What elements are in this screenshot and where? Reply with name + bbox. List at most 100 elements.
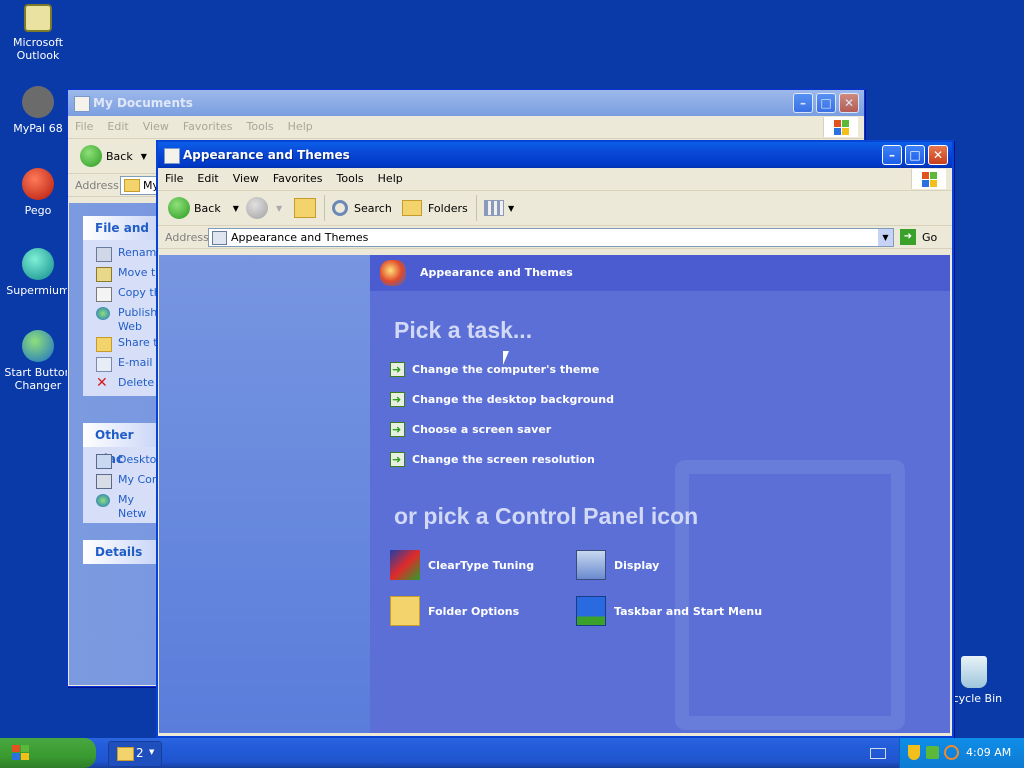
task-email[interactable]: E-mail t bbox=[83, 356, 163, 376]
place-my-computer[interactable]: My Com bbox=[83, 473, 163, 493]
back-label: Back bbox=[106, 149, 133, 163]
clock[interactable]: 4:09 AM bbox=[966, 746, 1011, 759]
menu-view[interactable]: View bbox=[136, 116, 176, 137]
icon-cleartype-tuning[interactable]: ClearType Tuning bbox=[390, 549, 534, 583]
windows-flag-icon bbox=[12, 745, 30, 761]
views-icon bbox=[484, 200, 504, 216]
place-my-network[interactable]: My Netw bbox=[83, 493, 163, 520]
menu-file[interactable]: File bbox=[68, 116, 100, 137]
outlook-icon bbox=[24, 4, 52, 32]
desktop-icon-pego[interactable]: Pego bbox=[0, 168, 76, 217]
task-change-background[interactable]: Change the desktop background bbox=[390, 391, 614, 409]
dropdown-arrow-icon[interactable]: ▼ bbox=[276, 204, 282, 213]
go-arrow-icon: ➜ bbox=[900, 229, 916, 245]
maximize-button[interactable]: □ bbox=[816, 93, 836, 113]
title-bar[interactable]: My Documents – □ ✕ bbox=[68, 90, 864, 116]
task-copy[interactable]: Copy th bbox=[83, 286, 163, 306]
section-header[interactable]: File and Fo bbox=[83, 216, 163, 259]
address-dropdown-button[interactable]: ▼ bbox=[878, 229, 893, 246]
menu-view[interactable]: View bbox=[226, 168, 266, 189]
menu-edit[interactable]: Edit bbox=[190, 168, 225, 189]
pick-icon-heading: or pick a Control Panel icon bbox=[394, 503, 699, 529]
green-arrow-icon bbox=[390, 451, 405, 469]
title-bar[interactable]: Appearance and Themes – □ ✕ bbox=[158, 142, 952, 168]
folders-button[interactable]: Folders bbox=[402, 197, 468, 219]
icon-label: ClearType Tuning bbox=[428, 559, 535, 572]
place-desktop[interactable]: Desktop bbox=[83, 453, 163, 473]
icon-folder-options[interactable]: Folder Options bbox=[390, 595, 519, 629]
task-share[interactable]: Share t bbox=[83, 336, 163, 356]
task-label: Choose a screen saver bbox=[412, 423, 552, 436]
dropdown-arrow-icon[interactable]: ▼ bbox=[233, 204, 239, 213]
taskbar-group-button[interactable]: 2 ▼ bbox=[108, 741, 162, 767]
minimize-button[interactable]: – bbox=[882, 145, 902, 165]
section-header[interactable]: Details bbox=[83, 540, 163, 564]
address-value: Appearance and Themes bbox=[231, 231, 369, 244]
desktop-icon-outlook[interactable]: Microsoft Outlook bbox=[0, 4, 76, 62]
other-places: Other Plac Desktop My Com My Netw bbox=[83, 423, 163, 523]
desktop-icon-label: Supermium bbox=[6, 284, 70, 297]
task-label: Copy th bbox=[118, 286, 161, 299]
icon-label: Taskbar and Start Menu bbox=[614, 605, 763, 618]
forward-button[interactable]: ▼ bbox=[246, 197, 282, 219]
task-change-theme[interactable]: Change the computer's theme bbox=[390, 361, 599, 379]
search-icon[interactable] bbox=[944, 745, 959, 760]
menu-bar: File Edit View Favorites Tools Help bbox=[158, 168, 952, 191]
dropdown-arrow-icon[interactable]: ▼ bbox=[141, 152, 147, 161]
group-count: 2 bbox=[136, 746, 144, 760]
desktop-icon-mypal[interactable]: MyPal 68 bbox=[0, 86, 76, 135]
menu-help[interactable]: Help bbox=[371, 168, 410, 189]
task-rename[interactable]: Renam bbox=[83, 246, 163, 266]
task-publish[interactable]: Publish Web bbox=[83, 306, 163, 336]
views-button[interactable]: ▼ bbox=[484, 197, 514, 219]
back-button[interactable]: Back ▼ bbox=[168, 197, 239, 219]
place-label: My Netw bbox=[118, 493, 147, 520]
section-header[interactable]: Other Plac bbox=[83, 423, 163, 466]
taskbar: 2 ▼ 4:09 AM bbox=[0, 738, 1024, 768]
cleartype-icon bbox=[390, 550, 420, 580]
keyboard-icon[interactable] bbox=[870, 748, 886, 759]
start-button[interactable] bbox=[0, 738, 96, 768]
task-delete[interactable]: ✕ Delete bbox=[83, 376, 163, 396]
menu-tools[interactable]: Tools bbox=[240, 116, 281, 137]
window-title: My Documents bbox=[93, 96, 193, 110]
appearance-themes-icon bbox=[380, 260, 406, 286]
back-button[interactable]: Back ▼ bbox=[80, 145, 147, 167]
menu-edit[interactable]: Edit bbox=[100, 116, 135, 137]
close-button[interactable]: ✕ bbox=[839, 93, 859, 113]
task-screen-saver[interactable]: Choose a screen saver bbox=[390, 421, 551, 439]
menu-file[interactable]: File bbox=[158, 168, 190, 189]
globe-mail-icon bbox=[22, 330, 54, 362]
green-arrow-icon bbox=[390, 421, 405, 439]
menu-favorites[interactable]: Favorites bbox=[266, 168, 330, 189]
address-input[interactable]: Appearance and Themes ▼ bbox=[208, 228, 894, 247]
shield-icon[interactable] bbox=[908, 745, 920, 760]
network-icon[interactable] bbox=[926, 746, 939, 759]
task-label: Publish Web bbox=[118, 306, 158, 333]
icon-display[interactable]: Display bbox=[576, 549, 659, 583]
desktop-icon-supermium[interactable]: Supermium bbox=[0, 248, 76, 297]
desktop-icon-start-button-changer[interactable]: Start Button Changer bbox=[0, 330, 76, 392]
menu-favorites[interactable]: Favorites bbox=[176, 116, 240, 137]
taskbar-icon bbox=[576, 596, 606, 626]
task-screen-resolution[interactable]: Change the screen resolution bbox=[390, 451, 595, 469]
toolbar: Back ▼ ▼ Search Folders ▼ bbox=[158, 191, 952, 226]
dropdown-arrow-icon: ▼ bbox=[149, 748, 155, 756]
delete-x-icon: ✕ bbox=[96, 375, 108, 391]
control-panel-icon bbox=[212, 231, 227, 245]
task-label: E-mail t bbox=[118, 356, 161, 369]
appearance-themes-window[interactable]: Appearance and Themes – □ ✕ File Edit View… bbox=[156, 140, 954, 738]
desktop-icon-label: MyPal 68 bbox=[13, 122, 63, 135]
category-header: Appearance and Themes bbox=[370, 255, 950, 291]
maximize-button[interactable]: □ bbox=[905, 145, 925, 165]
search-button[interactable]: Search bbox=[332, 197, 392, 219]
minimize-button[interactable]: – bbox=[793, 93, 813, 113]
icon-taskbar-start-menu[interactable]: Taskbar and Start Menu bbox=[576, 595, 762, 629]
menu-tools[interactable]: Tools bbox=[330, 168, 371, 189]
network-icon bbox=[96, 494, 110, 507]
up-folder-button[interactable] bbox=[294, 197, 316, 219]
task-move[interactable]: Move th bbox=[83, 266, 163, 286]
close-button[interactable]: ✕ bbox=[928, 145, 948, 165]
move-icon bbox=[96, 267, 112, 282]
menu-help[interactable]: Help bbox=[281, 116, 320, 137]
